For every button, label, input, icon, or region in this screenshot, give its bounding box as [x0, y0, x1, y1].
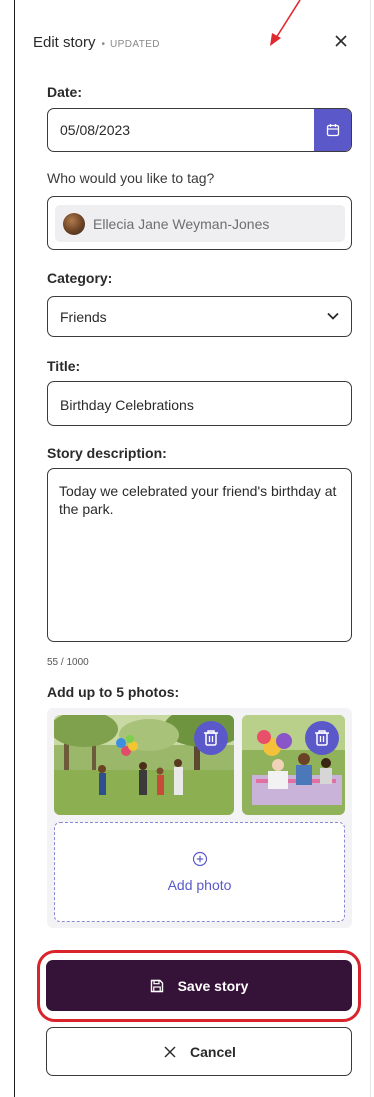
description-value: Today we celebrated your friend's birthd… [59, 483, 337, 517]
date-label: Date: [47, 84, 83, 100]
plus-circle-icon [192, 851, 208, 867]
trash-icon [315, 730, 329, 746]
tag-selector[interactable]: Ellecia Jane Weyman-Jones [47, 196, 352, 250]
title-label: Title: [47, 358, 81, 374]
tagged-person-chip[interactable]: Ellecia Jane Weyman-Jones [55, 205, 345, 242]
save-story-label: Save story [177, 977, 249, 994]
panel-header: Edit story • UPDATED [33, 34, 160, 51]
category-selected-value: Friends [60, 309, 107, 325]
date-value: 05/08/2023 [60, 122, 131, 138]
panel-left-border [14, 0, 15, 1097]
trash-icon [204, 730, 218, 746]
tag-label: Who would you like to tag? [47, 170, 215, 186]
close-icon [335, 35, 347, 47]
add-photo-button[interactable]: Add photo [54, 822, 345, 922]
tagged-person-name: Ellecia Jane Weyman-Jones [93, 215, 270, 232]
description-textarea[interactable]: Today we celebrated your friend's birthd… [47, 468, 352, 642]
category-select[interactable]: Friends [47, 296, 352, 337]
photo-thumbnail[interactable] [242, 715, 345, 815]
delete-photo-button[interactable] [194, 721, 228, 755]
panel-title: Edit story [33, 34, 96, 51]
date-picker-button[interactable] [314, 109, 351, 151]
delete-photo-button[interactable] [305, 721, 339, 755]
date-field[interactable]: 05/08/2023 [47, 108, 352, 152]
annotation-arrow [270, 0, 301, 46]
photos-label: Add up to 5 photos: [47, 684, 180, 700]
avatar [63, 212, 85, 235]
close-icon [164, 1046, 176, 1057]
character-counter: 55 / 1000 [47, 657, 89, 668]
description-label: Story description: [47, 445, 167, 461]
photo-thumbnail[interactable] [54, 715, 234, 815]
save-story-button[interactable]: Save story [46, 960, 352, 1011]
category-label: Category: [47, 270, 113, 286]
photos-gallery: Add photo [47, 708, 352, 928]
title-input[interactable]: Birthday Celebrations [47, 381, 352, 426]
chevron-down-icon [327, 312, 339, 320]
calendar-icon [326, 124, 339, 137]
add-photo-label: Add photo [167, 877, 232, 893]
cancel-label: Cancel [190, 1043, 236, 1060]
cancel-button[interactable]: Cancel [46, 1027, 352, 1076]
header-separator: • [101, 39, 106, 50]
status-badge: UPDATED [110, 39, 160, 50]
title-value: Birthday Celebrations [60, 397, 194, 413]
close-button[interactable] [330, 30, 352, 52]
panel-right-border [370, 0, 371, 1097]
save-icon [150, 979, 163, 992]
